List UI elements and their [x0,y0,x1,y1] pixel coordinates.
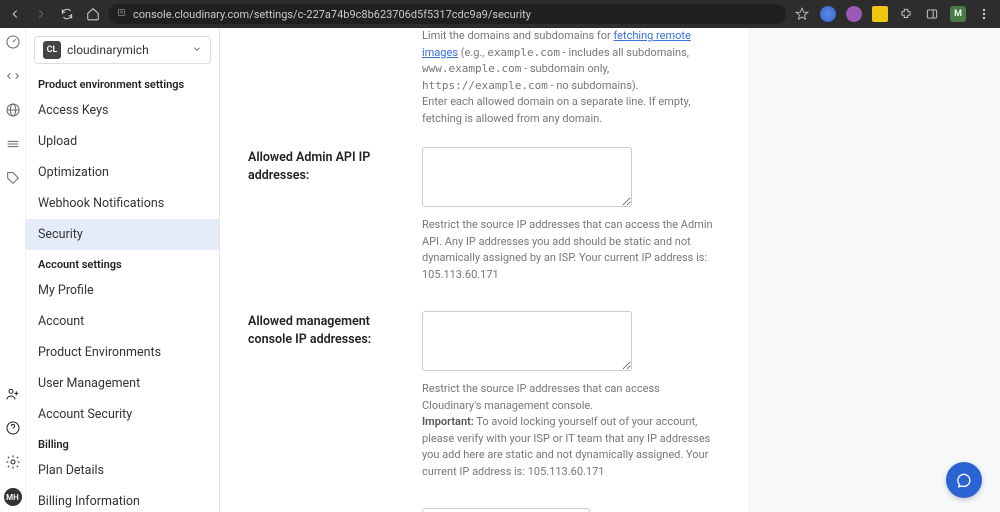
rail-globe-icon[interactable] [5,102,21,118]
extension-2-icon[interactable] [846,6,862,22]
extension-3-icon[interactable] [872,6,888,22]
sidebar-item-user-mgmt[interactable]: User Management [26,368,219,399]
rail-dashboard-icon[interactable] [5,34,21,50]
rail-help-icon[interactable] [5,420,21,436]
metadata-urls-select[interactable]: Enabled [422,508,590,512]
chevron-down-icon [192,43,202,57]
admin-api-ip-textarea[interactable] [422,147,632,207]
main-content: Limit the domains and subdomains for fet… [220,28,748,512]
sidebar-item-webhook[interactable]: Webhook Notifications [26,188,219,219]
home-icon[interactable] [86,7,100,21]
url-text: console.cloudinary.com/settings/c-227a74… [133,8,531,21]
rail-user-icon[interactable] [5,386,21,402]
rail-user-avatar[interactable]: MH [4,488,22,506]
help-fab-button[interactable] [946,462,982,498]
reload-icon[interactable] [60,7,74,21]
extensions-icon[interactable] [898,6,914,22]
mgmt-console-ip-help: Restrict the source IP addresses that ca… [422,381,720,480]
rail-settings-icon[interactable] [5,454,21,470]
back-icon[interactable] [8,7,22,21]
sidebar-item-product-envs[interactable]: Product Environments [26,337,219,368]
environment-selector[interactable]: CL cloudinarymich [34,36,211,64]
sidebar-section-billing: Billing [26,430,219,455]
sidebar-section-product-env: Product environment settings [26,70,219,95]
mgmt-console-ip-label: Allowed management console IP addresses: [248,311,398,348]
bookmark-star-icon[interactable] [794,6,810,22]
sidebar-item-account-security[interactable]: Account Security [26,399,219,430]
rail-tag-icon[interactable] [5,170,21,186]
url-bar[interactable]: console.cloudinary.com/settings/c-227a74… [108,4,786,24]
side-panel-icon[interactable] [924,6,940,22]
metadata-urls-label: Usage of tags/context/metadata in transf… [248,508,398,512]
sidebar-section-account: Account settings [26,250,219,275]
browser-top-bar: console.cloudinary.com/settings/c-227a74… [0,0,1000,28]
rail-layers-icon[interactable] [5,136,21,152]
sidebar-item-billing-info[interactable]: Billing Information [26,486,219,512]
icon-rail: MH [0,28,26,512]
sidebar-item-plan-details[interactable]: Plan Details [26,455,219,486]
site-info-icon[interactable] [116,7,127,21]
env-badge: CL [43,41,61,59]
forward-icon [34,7,48,21]
sidebar-item-access-keys[interactable]: Access Keys [26,95,219,126]
sidebar-item-account[interactable]: Account [26,306,219,337]
env-name: cloudinarymich [67,43,149,57]
extension-1-icon[interactable] [820,6,836,22]
admin-api-ip-label: Allowed Admin API IP addresses: [248,147,398,184]
mgmt-console-ip-textarea[interactable] [422,311,632,371]
browser-profile-avatar[interactable]: M [950,6,966,22]
right-empty-pane [748,28,1000,512]
fetch-domains-help: Limit the domains and subdomains for fet… [422,28,720,127]
admin-api-ip-help: Restrict the source IP addresses that ca… [422,217,720,283]
browser-menu-icon[interactable] [976,6,992,22]
sidebar-item-optimization[interactable]: Optimization [26,157,219,188]
sidebar-item-my-profile[interactable]: My Profile [26,275,219,306]
settings-sidebar: CL cloudinarymich Product environment se… [26,28,220,512]
rail-code-icon[interactable] [5,68,21,84]
sidebar-item-security[interactable]: Security [26,219,219,250]
sidebar-item-upload[interactable]: Upload [26,126,219,157]
